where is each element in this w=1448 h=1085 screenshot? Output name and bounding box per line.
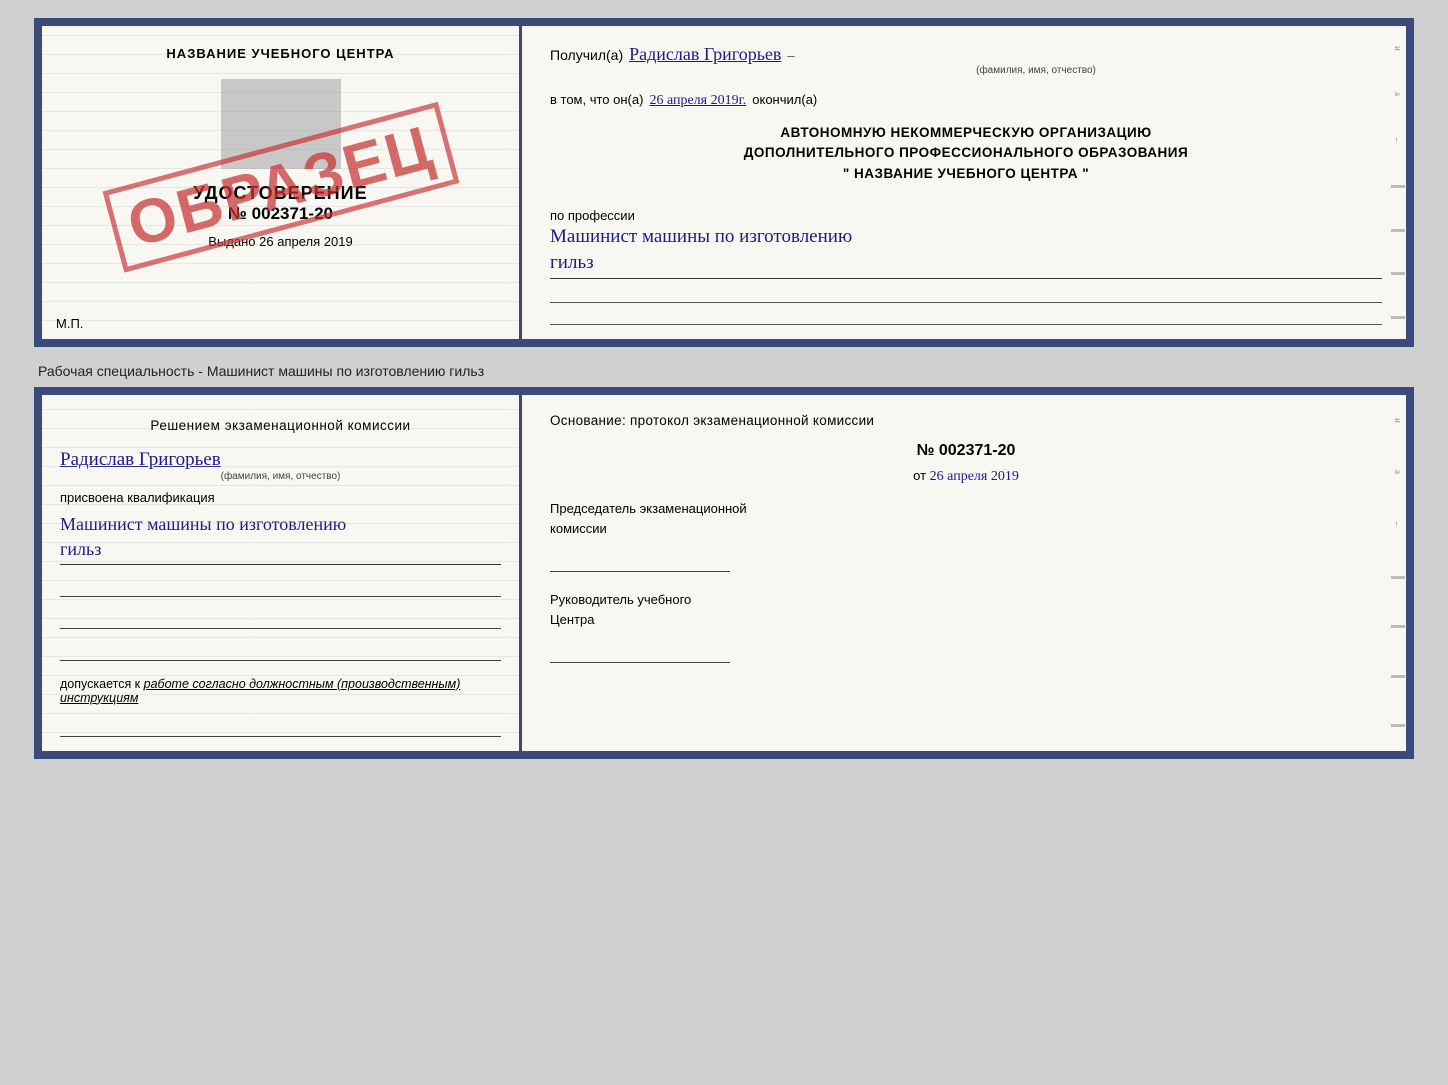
rukivod-sig-line [550, 641, 730, 663]
top-cert-right: Получил(а) Радислав Григорьев – (фамилия… [522, 26, 1406, 339]
notch-1 [1391, 185, 1405, 188]
vidan-date: 26 апреля 2019 [259, 234, 353, 249]
vtom-prefix: в том, что он(а) [550, 92, 643, 107]
predsed-label: Председатель экзаменационной комиссии [550, 499, 1382, 538]
body-line3: " НАЗВАНИЕ УЧЕБНОГО ЦЕНТРА " [550, 164, 1382, 184]
top-certificate: НАЗВАНИЕ УЧЕБНОГО ЦЕНТРА УДОСТОВЕРЕНИЕ №… [34, 18, 1414, 347]
допускается-section: допускается к работе согласно должностны… [60, 677, 501, 705]
notch-text-3: ← [1393, 136, 1403, 145]
udost-label: УДОСТОВЕРЕНИЕ [193, 183, 367, 204]
prisvoena-text: присвоена квалификация [60, 490, 501, 505]
bottom-name-handwritten: Радислав Григорьев [60, 449, 501, 471]
notch-b-3: ← [1393, 520, 1403, 529]
notch-b-4 [1391, 576, 1405, 579]
predsed-sig-line [550, 550, 730, 572]
profession-line2-top: гильз [550, 251, 1382, 276]
rukivod-label: Руководитель учебного Центра [550, 590, 1382, 629]
bottom-profession-line2: гильз [60, 538, 501, 561]
bottom-cert-left: Решением экзаменационной комиссии Радисл… [42, 395, 522, 750]
vidan-label: Выдано [208, 234, 255, 249]
ot-date-value: 26 апреля 2019 [930, 469, 1019, 484]
udost-number: № 002371-20 [228, 204, 333, 224]
underline-3 [60, 641, 501, 661]
photo-box [221, 79, 341, 169]
notch-text-1: и [1393, 46, 1403, 51]
notch-text-2: а [1393, 92, 1403, 96]
body-line1: АВТОНОМНУЮ НЕКОММЕРЧЕСКУЮ ОРГАНИЗАЦИЮ [550, 123, 1382, 143]
vtom-date: 26 апреля 2019г. [649, 93, 746, 109]
underline-1 [60, 577, 501, 597]
notch-2 [1391, 229, 1405, 232]
notch-4 [1391, 316, 1405, 319]
vidan-line: Выдано 26 апреля 2019 [208, 234, 352, 249]
notch-b-2: а [1393, 470, 1403, 474]
cert-body-text: АВТОНОМНУЮ НЕКОММЕРЧЕСКУЮ ОРГАНИЗАЦИЮ ДО… [550, 123, 1382, 184]
bottom-profession-handwritten: Машинист машины по изготовлению [60, 513, 501, 536]
body-line2: ДОПОЛНИТЕЛЬНОГО ПРОФЕССИОНАЛЬНОГО ОБРАЗО… [550, 143, 1382, 163]
vtom-suffix: окончил(а) [752, 92, 817, 107]
profession-handwritten-top: Машинист машины по изготовлению [550, 225, 1382, 250]
poluchil-row: Получил(а) Радислав Григорьев – (фамилия… [550, 44, 1382, 76]
school-name-top: НАЗВАНИЕ УЧЕБНОГО ЦЕНТРА [166, 46, 394, 61]
middle-label: Рабочая специальность - Машинист машины … [34, 359, 1414, 387]
bottom-cert-right: Основание: протокол экзаменационной коми… [522, 395, 1406, 750]
osnov-title: Основание: протокол экзаменационной коми… [550, 413, 1382, 428]
ot-prefix: от [913, 468, 926, 483]
допускается-prefix: допускается к [60, 677, 140, 691]
protocol-number: № 002371-20 [550, 442, 1382, 460]
poluchil-prefix: Получил(а) [550, 47, 623, 63]
poluchil-dash: – [787, 48, 794, 63]
right-notches-top: и а ← [1390, 26, 1406, 339]
bottom-certificate: Решением экзаменационной комиссии Радисл… [34, 387, 1414, 758]
bottom-profession-section: Машинист машины по изготовлению гильз [60, 511, 501, 565]
top-cert-left: НАЗВАНИЕ УЧЕБНОГО ЦЕНТРА УДОСТОВЕРЕНИЕ №… [42, 26, 522, 339]
po-professii-label: по профессии [550, 208, 1382, 223]
right-notches-bottom: и а ← [1390, 395, 1406, 750]
poluchil-name: Радислав Григорьев [629, 44, 781, 65]
ot-date-row: от 26 апреля 2019 [550, 468, 1382, 485]
bottom-name-caption: (фамилия, имя, отчество) [60, 471, 501, 482]
notch-b-6 [1391, 675, 1405, 678]
predsed-line2: комиссии [550, 519, 1382, 539]
po-professii-section: по профессии Машинист машины по изготовл… [550, 202, 1382, 325]
poluchil-caption: (фамилия, имя, отчество) [690, 65, 1382, 76]
underline-4 [60, 717, 501, 737]
vtom-row: в том, что он(а) 26 апреля 2019г. окончи… [550, 92, 1382, 109]
rukivod-line1: Руководитель учебного [550, 590, 1382, 610]
notch-b-5 [1391, 625, 1405, 628]
notch-b-7 [1391, 724, 1405, 727]
underline-2 [60, 609, 501, 629]
rukivod-line2: Центра [550, 610, 1382, 630]
bottom-name-section: Радислав Григорьев (фамилия, имя, отчест… [60, 447, 501, 482]
predsed-line1: Председатель экзаменационной [550, 499, 1382, 519]
notch-3 [1391, 272, 1405, 275]
notch-b-1: и [1393, 418, 1403, 423]
mp-label: М.П. [56, 316, 83, 331]
decision-text: Решением экзаменационной комиссии [60, 415, 501, 437]
